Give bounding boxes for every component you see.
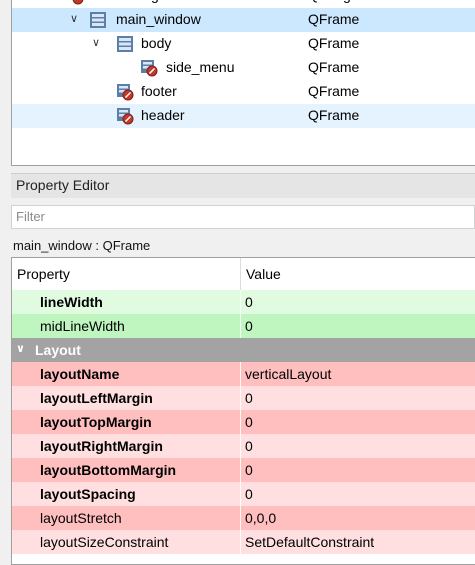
tree-item-class: QFrame xyxy=(308,107,360,123)
column-divider xyxy=(240,410,241,434)
tree-row-centralwidget[interactable]: centralwidget QWidget xyxy=(12,0,475,8)
chevron-down-icon[interactable]: ∨ xyxy=(70,12,78,25)
column-divider xyxy=(240,290,241,314)
chevron-down-icon[interactable]: ∨ xyxy=(92,36,100,49)
property-name: layoutSizeConstraint xyxy=(40,534,169,550)
property-value[interactable]: 0 xyxy=(245,438,253,454)
group-name: Layout xyxy=(35,342,81,358)
property-table-header: Property Value xyxy=(12,258,475,291)
property-row-layoutsizeconstraint[interactable]: layoutSizeConstraint SetDefaultConstrain… xyxy=(12,530,475,554)
property-editor-title-bar[interactable]: Property Editor xyxy=(11,173,475,198)
vertical-layout-icon xyxy=(89,11,107,29)
property-row-layoutspacing[interactable]: layoutSpacing 0 xyxy=(12,482,475,506)
column-divider xyxy=(240,258,241,290)
tree-item-class: QFrame xyxy=(308,35,360,51)
tree-item-name: body xyxy=(141,35,172,51)
tree-item-class: QFrame xyxy=(308,11,360,27)
property-row-layoutrightmargin[interactable]: layoutRightMargin 0 xyxy=(12,434,475,458)
filter-input[interactable] xyxy=(12,206,456,226)
property-row-midlinewidth[interactable]: midLineWidth 0 xyxy=(12,314,475,338)
tree-row-footer[interactable]: footer QFrame xyxy=(12,80,475,104)
property-name: layoutName xyxy=(40,366,120,382)
property-group-layout[interactable]: ∨ Layout xyxy=(12,338,475,362)
property-row-layoutbottommargin[interactable]: layoutBottomMargin 0 xyxy=(12,458,475,482)
property-row-layouttopmargin[interactable]: layoutTopMargin 0 xyxy=(12,410,475,434)
property-row-layoutstretch[interactable]: layoutStretch 0,0,0 xyxy=(12,506,475,530)
tree-item-class: QFrame xyxy=(308,59,360,75)
property-name: layoutBottomMargin xyxy=(40,462,177,478)
filter-field[interactable] xyxy=(11,205,475,229)
property-name: layoutLeftMargin xyxy=(40,390,153,406)
property-name: layoutTopMargin xyxy=(40,414,152,430)
property-value[interactable]: 0 xyxy=(245,486,253,502)
property-value[interactable]: 0 xyxy=(245,414,253,430)
tree-item-name: main_window xyxy=(116,11,201,27)
tree-row-main-window[interactable]: ∨ main_window QFrame xyxy=(12,8,475,32)
object-inspector-tree[interactable]: centralwidget QWidget ∨ main_window QFra… xyxy=(11,0,475,166)
object-class-label: main_window : QFrame xyxy=(13,238,151,253)
property-value[interactable]: SetDefaultConstraint xyxy=(245,534,374,550)
property-row-layoutleftmargin[interactable]: layoutLeftMargin 0 xyxy=(12,386,475,410)
column-divider xyxy=(240,314,241,338)
broken-layout-icon xyxy=(116,107,134,125)
property-value[interactable]: 0 xyxy=(245,390,253,406)
property-name: layoutSpacing xyxy=(40,486,136,502)
tree-item-name: header xyxy=(141,107,185,123)
column-divider xyxy=(240,362,241,386)
property-value[interactable]: verticalLayout xyxy=(245,366,331,382)
tree-item-class: QFrame xyxy=(308,83,360,99)
broken-layout-icon xyxy=(68,0,86,5)
column-divider xyxy=(240,434,241,458)
column-divider xyxy=(240,530,241,554)
property-value[interactable]: 0,0,0 xyxy=(245,510,276,526)
property-name: lineWidth xyxy=(40,294,103,310)
tree-item-name: footer xyxy=(141,83,177,99)
property-name: midLineWidth xyxy=(40,318,125,334)
property-row-layoutname[interactable]: layoutName verticalLayout xyxy=(12,362,475,386)
property-value[interactable]: 0 xyxy=(245,294,253,310)
vertical-layout-icon xyxy=(116,35,134,53)
property-row-linewidth[interactable]: lineWidth 0 xyxy=(12,290,475,314)
column-divider xyxy=(240,506,241,530)
tree-row-header[interactable]: header QFrame xyxy=(12,104,475,128)
tree-row-body[interactable]: ∨ body QFrame xyxy=(12,32,475,56)
tree-item-name: side_menu xyxy=(166,59,235,75)
property-name: layoutRightMargin xyxy=(40,438,163,454)
property-editor-title: Property Editor xyxy=(16,177,110,193)
property-value[interactable]: 0 xyxy=(245,462,253,478)
broken-layout-icon xyxy=(140,59,158,77)
value-column-header[interactable]: Value xyxy=(246,266,281,282)
column-divider xyxy=(240,458,241,482)
property-name: layoutStretch xyxy=(40,510,122,526)
property-value[interactable]: 0 xyxy=(245,318,253,334)
column-divider xyxy=(240,482,241,506)
property-table[interactable]: Property Value lineWidth 0 midLineWidth … xyxy=(11,257,475,565)
tree-row-side-menu[interactable]: side_menu QFrame xyxy=(12,56,475,80)
column-divider xyxy=(240,386,241,410)
tree-item-class: QWidget xyxy=(308,0,362,3)
chevron-down-icon[interactable]: ∨ xyxy=(16,342,25,355)
property-column-header[interactable]: Property xyxy=(17,266,70,282)
tree-item-name: centralwidget xyxy=(88,0,171,3)
broken-layout-icon xyxy=(116,83,134,101)
